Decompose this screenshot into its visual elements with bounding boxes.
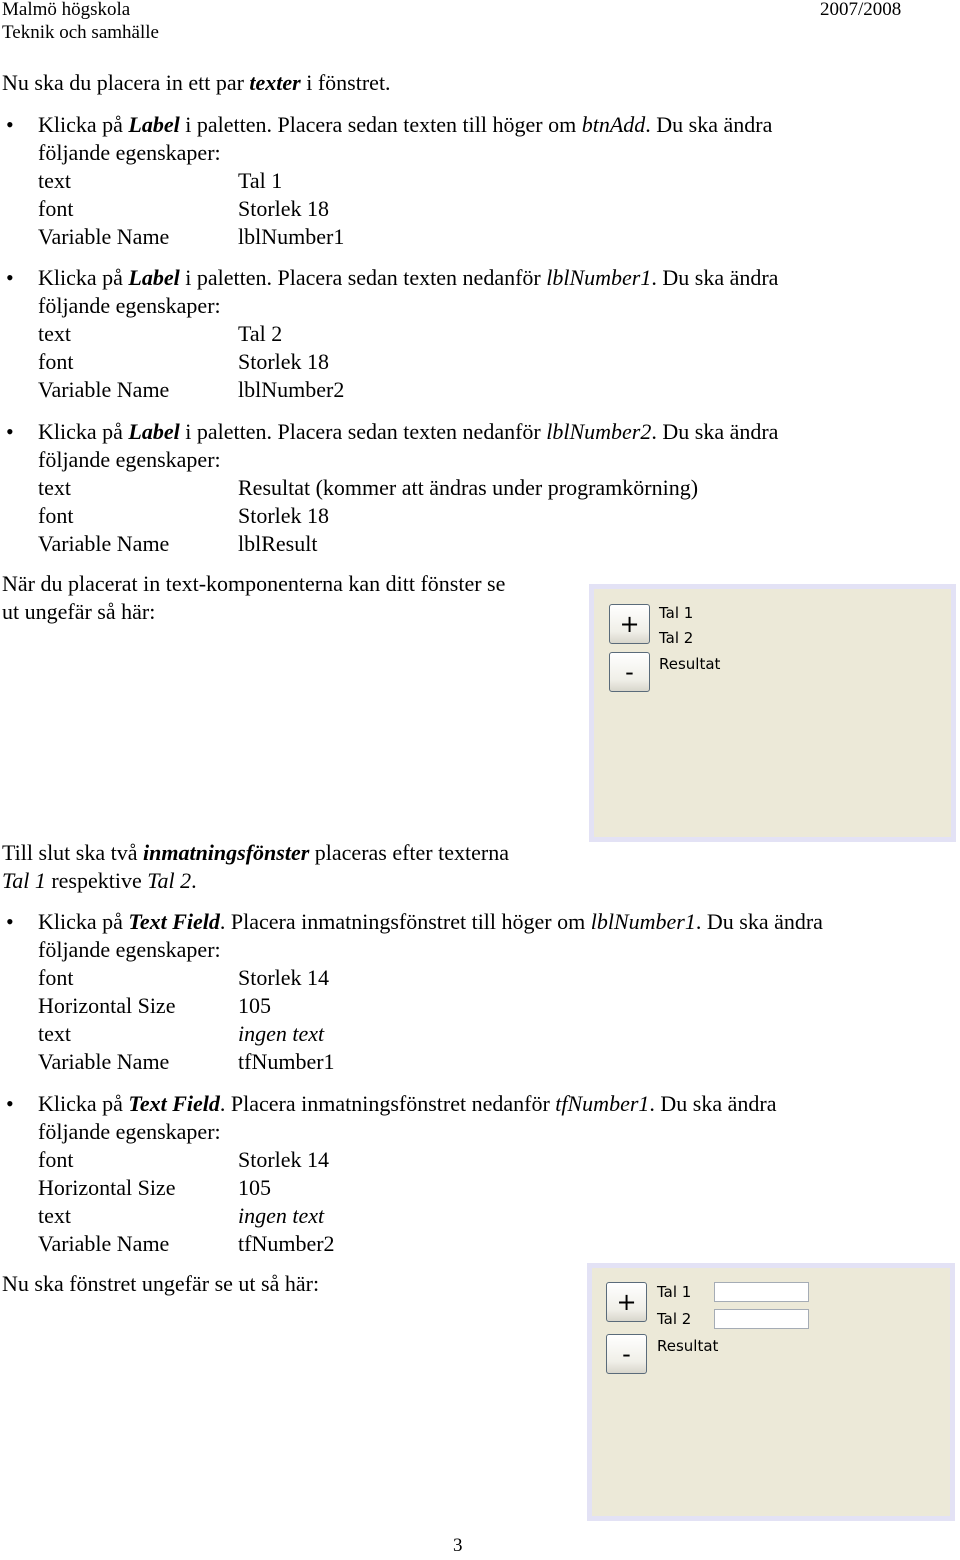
header-school: Malmö högskola <box>2 0 131 20</box>
after-labels-line2: ut ungefär så här: <box>2 599 156 624</box>
page-number: 3 <box>453 1535 463 1556</box>
final-text: Nu ska fönstret ungefär se ut så här: <box>2 1271 320 1296</box>
prop-key: font <box>38 503 74 528</box>
fields-intro-line2: Tal 1 respektive Tal 2. <box>2 868 197 893</box>
bullet-icon: • <box>6 265 14 290</box>
prop-value: Storlek 14 <box>238 965 330 990</box>
prop-value: tfNumber2 <box>238 1231 335 1256</box>
add-button[interactable]: + <box>609 604 650 644</box>
plus-icon: + <box>616 1288 637 1316</box>
prop-value: Storlek 18 <box>238 503 330 528</box>
header-year: 2007/2008 <box>820 0 902 20</box>
label-result: Resultat <box>659 655 721 673</box>
bullet-icon: • <box>6 1091 14 1116</box>
prop-key: Variable Name <box>38 377 170 402</box>
tfnumber2-input[interactable] <box>714 1309 809 1329</box>
minus-icon: - <box>622 1340 631 1368</box>
prop-value: Storlek 18 <box>238 196 330 221</box>
prop-value: Resultat (kommer att ändras under progra… <box>238 475 699 500</box>
prop-value: ingen text <box>238 1203 325 1228</box>
label-tal2: Tal 2 <box>659 629 694 647</box>
intro-text: Nu ska du placera in ett par texter i fö… <box>2 70 391 95</box>
window-screenshot-labels: + - Tal 1 Tal 2 Resultat <box>589 584 956 842</box>
step-instruction-line2: följande egenskaper: <box>38 140 221 165</box>
prop-value: lblResult <box>238 531 318 556</box>
prop-key: Variable Name <box>38 1049 170 1074</box>
minus-icon: - <box>625 658 634 686</box>
step-instruction: Klicka på Text Field. Placera inmatnings… <box>38 909 823 934</box>
prop-key: text <box>38 168 71 193</box>
prop-key: text <box>38 1203 71 1228</box>
prop-key: font <box>38 349 74 374</box>
prop-key: text <box>38 1021 71 1046</box>
prop-value: lblNumber1 <box>238 224 345 249</box>
step-instruction-line2: följande egenskaper: <box>38 293 221 318</box>
prop-value: Tal 2 <box>238 321 283 346</box>
add-button[interactable]: + <box>606 1282 647 1322</box>
prop-value: lblNumber2 <box>238 377 345 402</box>
tfnumber1-input[interactable] <box>714 1282 809 1302</box>
prop-value: 105 <box>238 993 271 1018</box>
prop-key: Variable Name <box>38 224 170 249</box>
prop-key: font <box>38 965 74 990</box>
label-tal1: Tal 1 <box>657 1283 692 1301</box>
prop-value: Tal 1 <box>238 168 283 193</box>
after-labels-line1: När du placerat in text-komponenterna ka… <box>2 571 506 596</box>
step-instruction: Klicka på Label i paletten. Placera seda… <box>38 112 773 137</box>
subtract-button[interactable]: - <box>609 652 650 692</box>
prop-value: Storlek 18 <box>238 349 330 374</box>
bullet-icon: • <box>6 112 14 137</box>
bullet-icon: • <box>6 419 14 444</box>
step-instruction: Klicka på Text Field. Placera inmatnings… <box>38 1091 777 1116</box>
label-result: Resultat <box>657 1337 719 1355</box>
prop-key: text <box>38 321 71 346</box>
label-tal1: Tal 1 <box>659 604 694 622</box>
step-instruction: Klicka på Label i paletten. Placera seda… <box>38 419 779 444</box>
prop-value: 105 <box>238 1175 271 1200</box>
label-tal2: Tal 2 <box>657 1310 692 1328</box>
prop-value: tfNumber1 <box>238 1049 335 1074</box>
prop-key: Variable Name <box>38 1231 170 1256</box>
plus-icon: + <box>619 610 640 638</box>
prop-value: Storlek 14 <box>238 1147 330 1172</box>
header-department: Teknik och samhälle <box>2 22 159 43</box>
prop-key: Horizontal Size <box>38 993 176 1018</box>
prop-value: ingen text <box>238 1021 325 1046</box>
prop-key: text <box>38 475 71 500</box>
fields-intro-line1: Till slut ska två inmatningsfönster plac… <box>2 840 509 865</box>
subtract-button[interactable]: - <box>606 1334 647 1374</box>
window-screenshot-fields: + - Tal 1 Tal 2 Resultat <box>587 1263 955 1521</box>
bullet-icon: • <box>6 909 14 934</box>
prop-key: font <box>38 196 74 221</box>
step-instruction-line2: följande egenskaper: <box>38 1119 221 1144</box>
prop-key: Horizontal Size <box>38 1175 176 1200</box>
step-instruction-line2: följande egenskaper: <box>38 937 221 962</box>
step-instruction: Klicka på Label i paletten. Placera seda… <box>38 265 779 290</box>
prop-key: Variable Name <box>38 531 170 556</box>
prop-key: font <box>38 1147 74 1172</box>
step-instruction-line2: följande egenskaper: <box>38 447 221 472</box>
